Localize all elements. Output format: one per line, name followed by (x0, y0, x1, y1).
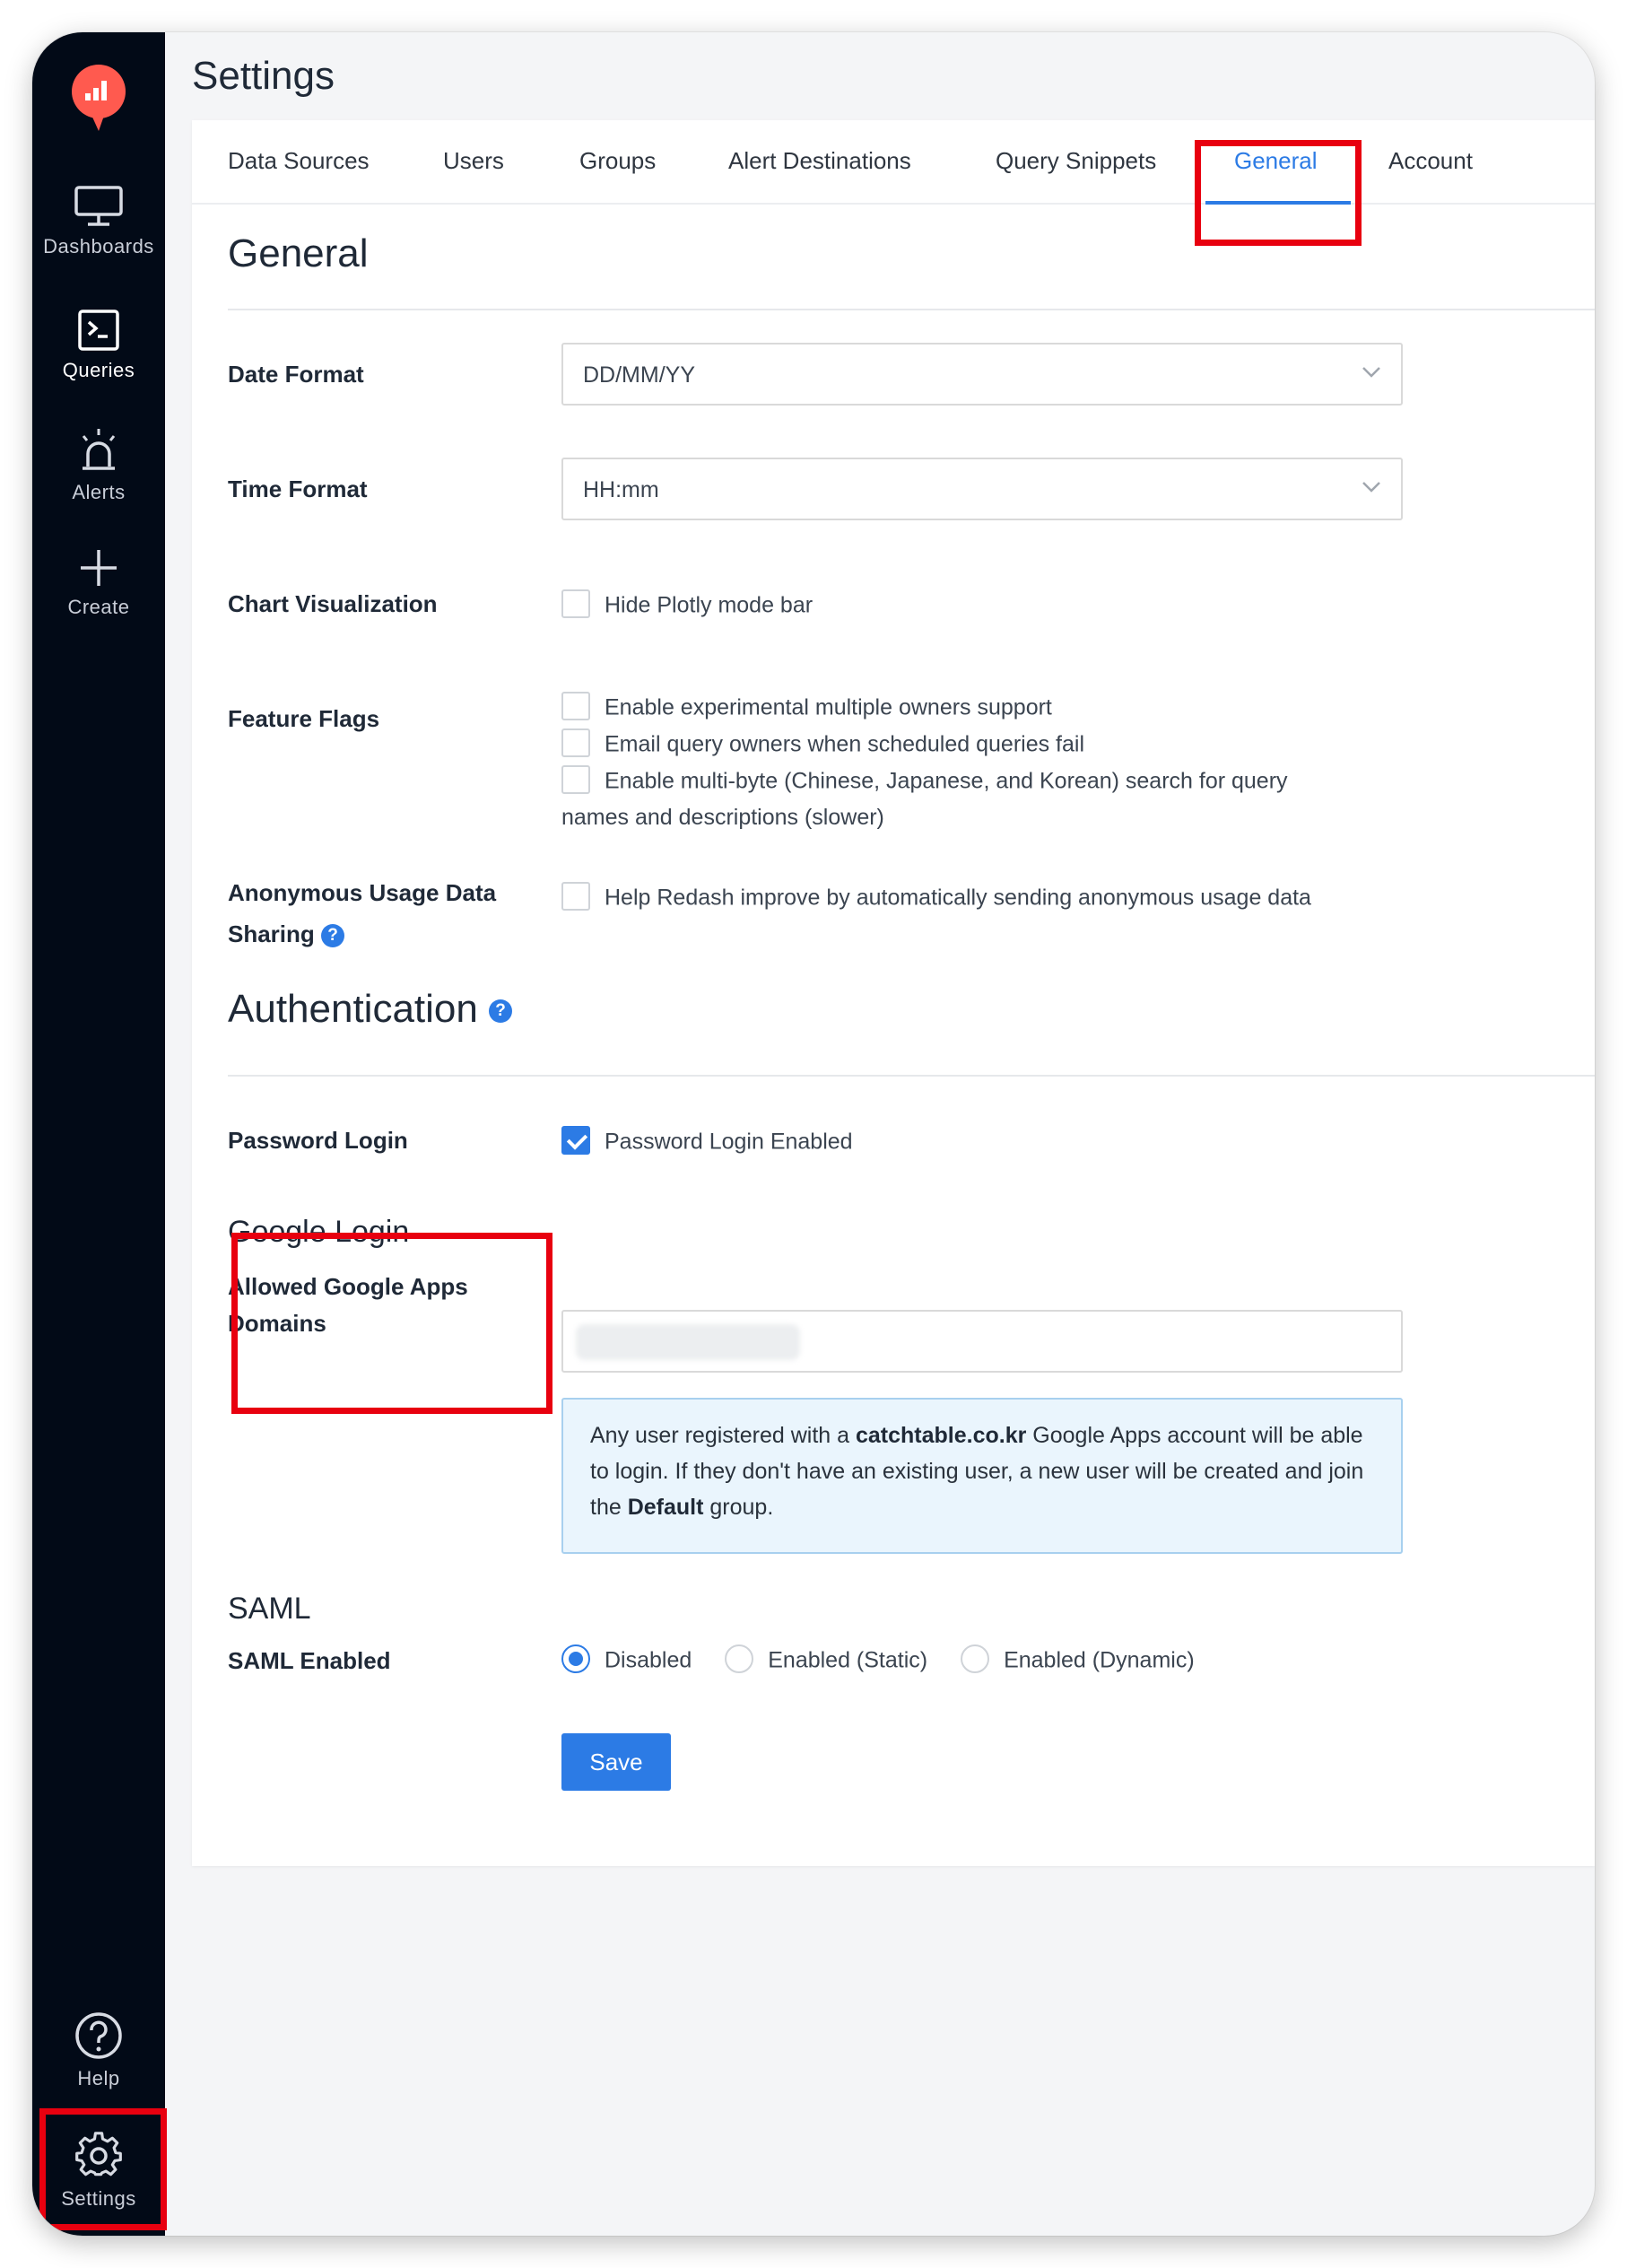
info-group: Default (627, 1495, 704, 1520)
info-text: Any user registered with a (590, 1423, 856, 1448)
feature-flag-row[interactable]: Enable experimental multiple owners supp… (561, 692, 1052, 723)
sidebar: Dashboards Queries Alerts Create Help Se… (32, 32, 167, 2236)
sidebar-item-label: Dashboards (43, 235, 154, 257)
sidebar-item-help[interactable]: Help (32, 2011, 165, 2090)
allowed-domains-label-line2: Domains (228, 1310, 326, 1337)
anonymous-usage-label-line2: Sharing (228, 920, 315, 947)
google-login-title: Google Login (228, 1215, 410, 1249)
date-format-value: DD/MM/YY (583, 362, 695, 388)
saml-radio-group: Disabled Enabled (Static) Enabled (Dynam… (561, 1644, 1222, 1676)
chevron-down-icon (1362, 482, 1380, 493)
date-format-select[interactable]: DD/MM/YY (561, 343, 1403, 406)
tab-query-snippets[interactable]: Query Snippets (996, 147, 1156, 175)
saml-option-disabled[interactable]: Disabled (561, 1644, 692, 1676)
info-text: group. (703, 1495, 774, 1520)
tab-general[interactable]: General (1234, 147, 1318, 175)
saml-option-static[interactable]: Enabled (Static) (725, 1644, 928, 1676)
general-section-title: General (228, 231, 369, 275)
page-title: Settings (192, 54, 335, 98)
authentication-section-title: Authentication ? (228, 987, 513, 1032)
checkbox-label: Password Login Enabled (605, 1129, 853, 1155)
multibyte-search-checkbox[interactable] (561, 765, 590, 794)
tab-bar: Data Sources Users Groups Alert Destinat… (192, 120, 1595, 205)
password-login-checkbox[interactable] (561, 1126, 590, 1155)
google-login-info-alert: Any user registered with a catchtable.co… (561, 1398, 1403, 1554)
checkbox-label-continued: names and descriptions (slower) (561, 805, 884, 830)
anonymous-usage-checkbox[interactable] (561, 882, 590, 911)
checkbox-label: Help Redash improve by automatically sen… (605, 885, 1311, 911)
sidebar-item-settings[interactable]: Settings (32, 2132, 165, 2211)
hide-plotly-checkbox-row[interactable]: Hide Plotly mode bar (561, 589, 814, 621)
multiple-owners-checkbox[interactable] (561, 692, 590, 720)
sidebar-item-dashboards[interactable]: Dashboards (32, 185, 165, 258)
anonymous-usage-label: Anonymous Usage Data Sharing ? (228, 872, 496, 955)
password-login-label: Password Login (228, 1127, 408, 1154)
plus-icon (81, 550, 117, 586)
radio-label: Enabled (Dynamic) (1004, 1647, 1195, 1673)
checkbox-label: Hide Plotly mode bar (605, 592, 814, 618)
sidebar-item-label: Alerts (72, 481, 126, 503)
allowed-domains-input[interactable] (561, 1310, 1403, 1373)
time-format-value: HH:mm (583, 477, 659, 502)
redacted-domain-value (576, 1324, 800, 1360)
chevron-down-icon (1362, 367, 1380, 378)
save-button[interactable]: Save (561, 1733, 671, 1791)
radio-label: Disabled (605, 1647, 692, 1673)
authentication-title-text: Authentication (228, 987, 478, 1031)
tab-data-sources[interactable]: Data Sources (228, 147, 370, 175)
feature-flag-row[interactable]: Email query owners when scheduled querie… (561, 728, 1085, 760)
sidebar-item-label: Help (77, 2067, 120, 2089)
saml-title: SAML (228, 1592, 311, 1626)
radio-button[interactable] (725, 1644, 754, 1673)
tab-account[interactable]: Account (1388, 147, 1473, 175)
tab-alert-destinations[interactable]: Alert Destinations (728, 147, 911, 175)
help-circle-icon (75, 2012, 122, 2059)
monitor-icon (74, 186, 123, 226)
app-window: Dashboards Queries Alerts Create Help Se… (32, 32, 1595, 2236)
sidebar-item-create[interactable]: Create (32, 547, 165, 619)
allowed-domains-label-line1: Allowed Google Apps (228, 1273, 468, 1300)
radio-label: Enabled (Static) (768, 1647, 928, 1673)
active-tab-indicator (1205, 201, 1351, 205)
chart-visualization-label: Chart Visualization (228, 590, 438, 617)
sidebar-item-queries[interactable]: Queries (32, 309, 165, 382)
saml-option-dynamic[interactable]: Enabled (Dynamic) (961, 1644, 1195, 1676)
date-format-label: Date Format (228, 361, 364, 388)
anonymous-usage-label-line1: Anonymous Usage Data (228, 879, 497, 906)
saml-enabled-label: SAML Enabled (228, 1647, 391, 1674)
feature-flag-row[interactable]: Enable multi-byte (Chinese, Japanese, an… (561, 765, 1288, 797)
divider (228, 309, 1595, 310)
hide-plotly-checkbox[interactable] (561, 589, 590, 618)
tab-groups[interactable]: Groups (579, 147, 656, 175)
sidebar-item-alerts[interactable]: Alerts (32, 427, 165, 504)
sidebar-item-label: Queries (62, 359, 135, 381)
anonymous-usage-checkbox-row[interactable]: Help Redash improve by automatically sen… (561, 882, 1311, 913)
redash-logo-icon[interactable] (64, 59, 134, 140)
time-format-label: Time Format (228, 475, 368, 502)
feature-flags-label: Feature Flags (228, 705, 380, 732)
time-format-select[interactable]: HH:mm (561, 458, 1403, 520)
help-icon[interactable]: ? (321, 924, 345, 948)
email-owners-checkbox[interactable] (561, 728, 590, 757)
checkbox-label: Email query owners when scheduled querie… (605, 731, 1085, 757)
checkbox-label: Enable multi-byte (Chinese, Japanese, an… (605, 768, 1288, 794)
sidebar-item-label: Create (67, 596, 130, 618)
divider (228, 1075, 1595, 1077)
password-login-checkbox-row[interactable]: Password Login Enabled (561, 1126, 853, 1157)
radio-button[interactable] (961, 1644, 990, 1673)
sidebar-item-label: Settings (61, 2187, 136, 2210)
allowed-domains-label: Allowed Google Apps Domains (228, 1269, 468, 1342)
help-icon[interactable]: ? (489, 999, 513, 1024)
terminal-icon (78, 310, 119, 351)
tab-users[interactable]: Users (443, 147, 504, 175)
alarm-icon (82, 429, 116, 470)
settings-card: Data Sources Users Groups Alert Destinat… (192, 120, 1595, 1866)
gear-icon (75, 2132, 122, 2176)
checkbox-label: Enable experimental multiple owners supp… (605, 694, 1052, 720)
radio-button[interactable] (561, 1644, 590, 1673)
info-domain: catchtable.co.kr (855, 1423, 1027, 1448)
